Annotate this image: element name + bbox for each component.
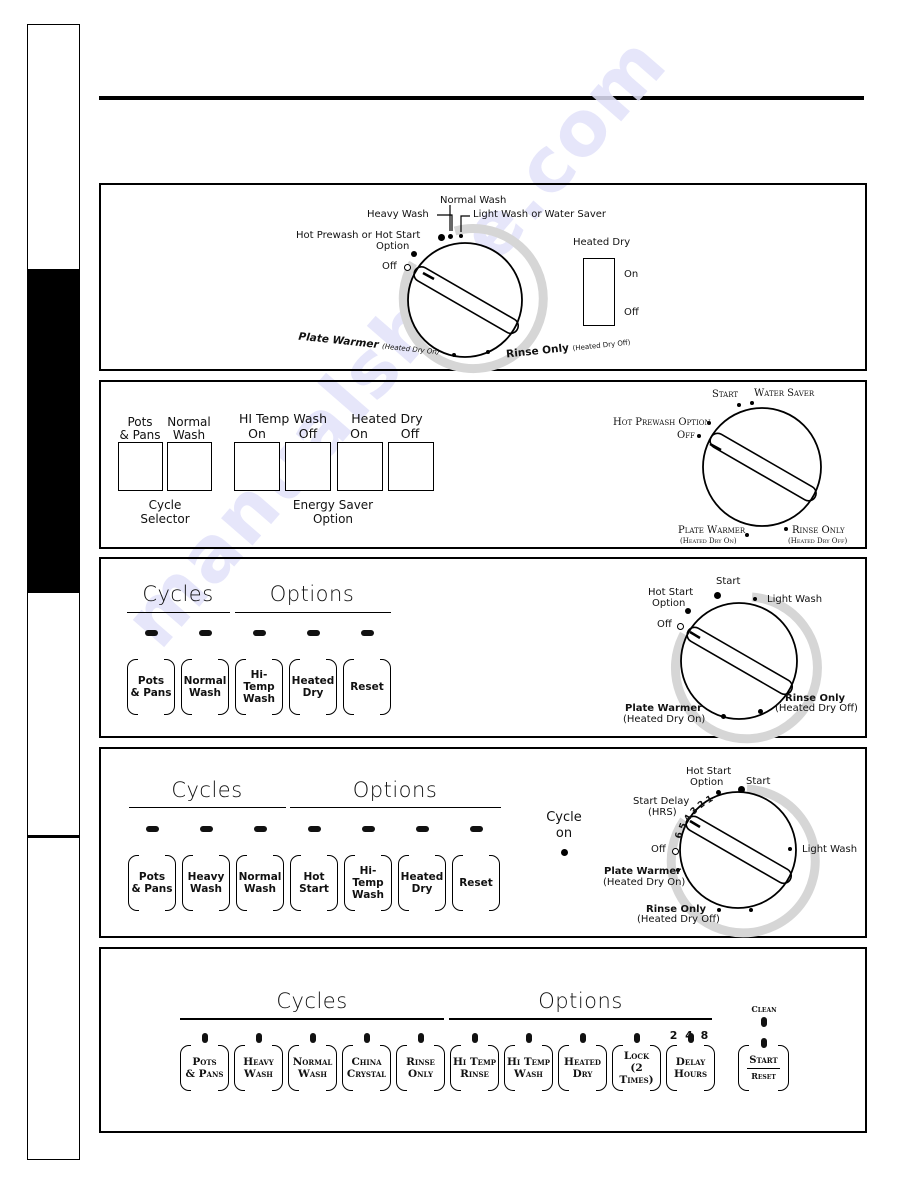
panel5-key-button[interactable]: Lock (2 Times) bbox=[612, 1043, 661, 1093]
key-label-line1: Heated bbox=[291, 675, 335, 687]
label-plate-warmer-sub: (Heated Dry On) bbox=[603, 877, 686, 888]
start-indicator-light bbox=[761, 1038, 767, 1048]
panel5-indicator-light bbox=[579, 1033, 586, 1043]
key-label-line1: Lock bbox=[623, 1050, 650, 1062]
key-label-line2: Wash bbox=[514, 1068, 543, 1080]
key-label-line2: & Pans bbox=[130, 687, 172, 699]
key-label-line1: Normal bbox=[183, 675, 227, 687]
panel5-indicator-light bbox=[417, 1033, 424, 1043]
key-label-line1: Hi-Temp bbox=[243, 669, 275, 693]
panel5-key-button[interactable]: Hi Temp Wash bbox=[504, 1043, 553, 1093]
label-hot-start-option: Option bbox=[690, 777, 724, 788]
cycles-heading: Cycles bbox=[276, 989, 348, 1013]
key-label-line2: Wash bbox=[242, 693, 276, 705]
clean-indicator-light bbox=[761, 1017, 767, 1027]
label-start: Start bbox=[746, 776, 771, 787]
panel5-indicator-light bbox=[525, 1033, 532, 1043]
panel5-indicator-light bbox=[687, 1033, 694, 1043]
panel5-indicator-light bbox=[255, 1033, 262, 1043]
key-label-line2: Dry bbox=[411, 883, 433, 895]
clean-indicator-label: Clean bbox=[751, 1004, 777, 1014]
panel5-key-button[interactable]: Hi Temp Rinse bbox=[450, 1043, 499, 1093]
key-label-line1: Reset bbox=[350, 681, 384, 693]
key-label-line1: Pots bbox=[138, 871, 166, 883]
key-label-line1: Heated bbox=[564, 1056, 601, 1068]
key-label-line2: Wash bbox=[189, 883, 223, 895]
panel5-key-button[interactable]: Normal Wash bbox=[288, 1043, 337, 1093]
panel5-indicator-light bbox=[471, 1033, 478, 1043]
options-underline bbox=[449, 1018, 712, 1020]
key-label-line2: Rinse bbox=[460, 1068, 489, 1080]
control-panel-5 bbox=[99, 947, 867, 1133]
key-label-line1: Normal bbox=[238, 871, 282, 883]
label-start-delay-hrs: (HRS) bbox=[648, 807, 677, 818]
key-label-line1: Delay bbox=[675, 1056, 706, 1068]
key-label-line1: Hi-Temp bbox=[352, 865, 384, 889]
key-label-line1: Heavy bbox=[187, 871, 225, 883]
key-label-line2: Wash bbox=[243, 883, 277, 895]
panel5-key-button[interactable]: China Crystal bbox=[342, 1043, 391, 1093]
panel5-key-button[interactable]: Pots & Pans bbox=[180, 1043, 229, 1093]
key-label-line2: Only bbox=[407, 1068, 433, 1080]
key-label-line1: Normal bbox=[292, 1056, 333, 1068]
key-label-line1: Pots bbox=[137, 675, 165, 687]
key-label-line1: Heavy bbox=[243, 1056, 274, 1068]
rinse-only-position-1[interactable] bbox=[717, 908, 721, 912]
key-label-line2: Wash bbox=[188, 687, 222, 699]
cycles-underline bbox=[180, 1018, 444, 1020]
key-label-line2: Wash bbox=[351, 889, 385, 901]
label-plate-warmer: Plate Warmer bbox=[604, 866, 682, 877]
key-label-line2: Wash bbox=[298, 1068, 327, 1080]
key-label-line1: Rinse bbox=[406, 1056, 435, 1068]
options-heading: Options bbox=[538, 989, 623, 1013]
panel5-key-button[interactable]: Heated Dry bbox=[558, 1043, 607, 1093]
key-label-line1: Reset bbox=[459, 877, 493, 889]
key-label-line2: Start bbox=[299, 883, 329, 895]
start-position[interactable] bbox=[738, 786, 745, 793]
key-label-line2: Dry bbox=[572, 1068, 593, 1080]
panel5-key-button[interactable]: Rinse Only bbox=[396, 1043, 445, 1093]
key-label-line2: Wash bbox=[244, 1068, 273, 1080]
key-label-line1: Hi Temp bbox=[506, 1056, 550, 1068]
key-label-line2: Crystal bbox=[346, 1068, 387, 1080]
key-label-line2: (2 Times) bbox=[619, 1062, 654, 1086]
hot-start-position[interactable] bbox=[716, 790, 721, 795]
label-start-delay: Start Delay bbox=[633, 796, 690, 807]
rinse-only-position-2[interactable] bbox=[749, 908, 753, 912]
label-hot-start: Hot Start bbox=[686, 766, 732, 777]
panel5-key-button[interactable]: Heavy Wash bbox=[234, 1043, 283, 1093]
key-label-line1: Pots bbox=[192, 1056, 217, 1068]
off-position[interactable] bbox=[672, 848, 679, 855]
panel5-indicator-light bbox=[633, 1033, 640, 1043]
panel5-key-button[interactable]: Delay Hours bbox=[666, 1043, 715, 1093]
panel5-indicator-light bbox=[363, 1033, 370, 1043]
light-wash-position[interactable] bbox=[788, 847, 792, 851]
panel5-indicator-light bbox=[309, 1033, 316, 1043]
key-label-line1: Heated bbox=[400, 871, 444, 883]
key-label-line1: Hi Temp bbox=[452, 1056, 496, 1068]
key-label-line2: & Pans bbox=[185, 1068, 224, 1080]
key-label-line2: Dry bbox=[302, 687, 324, 699]
label-light-wash: Light Wash bbox=[802, 844, 858, 855]
start-reset-button[interactable]: Start Reset bbox=[738, 1043, 789, 1093]
key-label-line2: Hours bbox=[674, 1068, 707, 1080]
panel5-indicator-light bbox=[201, 1033, 208, 1043]
label-rinse-only-sub: (Heated Dry Off) bbox=[637, 914, 720, 925]
label-off: Off bbox=[651, 844, 666, 855]
key-label-line1: Hot bbox=[303, 871, 325, 883]
key-label-line1: China bbox=[351, 1056, 382, 1068]
key-label-line2: & Pans bbox=[131, 883, 173, 895]
